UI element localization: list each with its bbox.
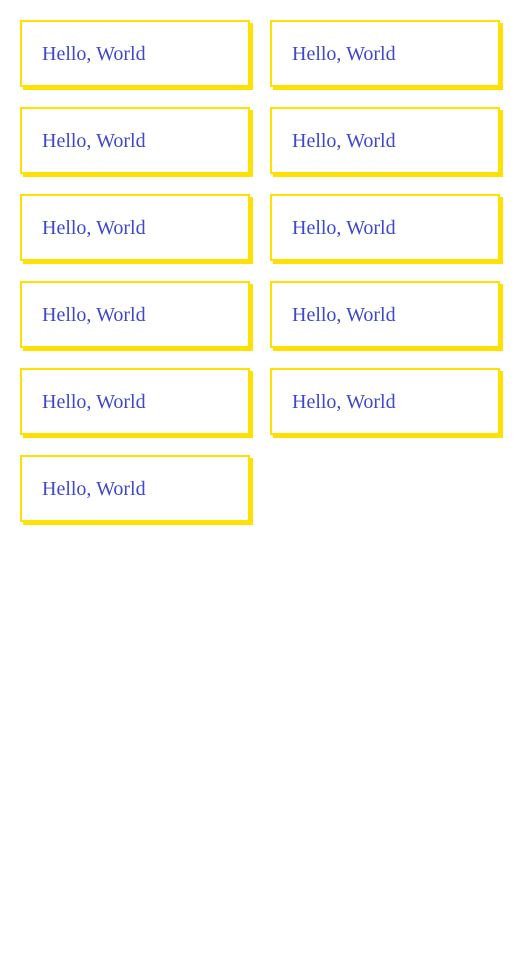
hello-card-4[interactable]: Hello, World — [270, 107, 500, 174]
card-label: Hello, World — [292, 42, 396, 65]
hello-card-5[interactable]: Hello, World — [20, 194, 250, 261]
hello-card-2[interactable]: Hello, World — [270, 20, 500, 87]
hello-card-6[interactable]: Hello, World — [270, 194, 500, 261]
hello-card-7[interactable]: Hello, World — [20, 281, 250, 348]
card-label: Hello, World — [42, 303, 146, 326]
hello-card-1[interactable]: Hello, World — [20, 20, 250, 87]
card-label: Hello, World — [42, 390, 146, 413]
hello-card-10[interactable]: Hello, World — [270, 368, 500, 435]
card-label: Hello, World — [292, 216, 396, 239]
hello-card-9[interactable]: Hello, World — [20, 368, 250, 435]
card-grid: Hello, World Hello, World Hello, World H… — [20, 20, 500, 522]
card-label: Hello, World — [42, 477, 146, 500]
card-label: Hello, World — [292, 390, 396, 413]
card-label: Hello, World — [42, 129, 146, 152]
card-label: Hello, World — [292, 303, 396, 326]
card-label: Hello, World — [292, 129, 396, 152]
card-label: Hello, World — [42, 42, 146, 65]
card-label: Hello, World — [42, 216, 146, 239]
hello-card-3[interactable]: Hello, World — [20, 107, 250, 174]
hello-card-8[interactable]: Hello, World — [270, 281, 500, 348]
hello-card-11[interactable]: Hello, World — [20, 455, 250, 522]
